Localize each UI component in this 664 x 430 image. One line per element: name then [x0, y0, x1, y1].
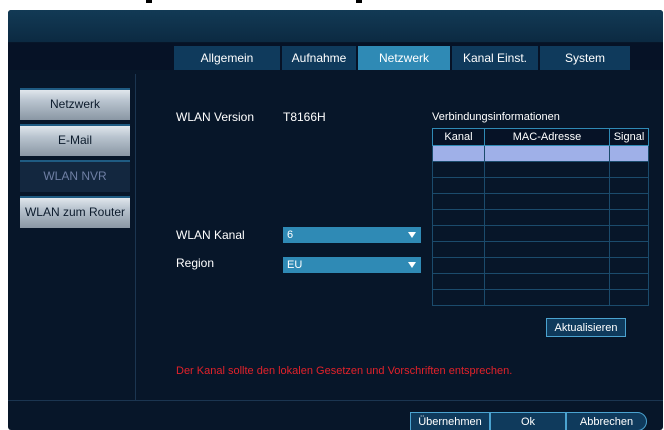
- wlan-channel-label: WLAN Kanal: [176, 228, 245, 242]
- connection-info-title: Verbindungsinformationen: [432, 111, 560, 123]
- table-row[interactable]: [432, 161, 649, 178]
- column-header-signal: Signal: [609, 128, 649, 146]
- warning-text: Der Kanal sollte den lokalen Gesetzen un…: [176, 365, 513, 377]
- sidebar-item-wlan-nvr[interactable]: WLAN NVR: [20, 160, 130, 192]
- sidebar-item-email[interactable]: E-Mail: [20, 124, 130, 156]
- table-row[interactable]: [432, 145, 649, 162]
- settings-window: Allgemein Aufnahme Netzwerk Kanal Einst.…: [8, 10, 663, 430]
- tab-system[interactable]: System: [540, 46, 630, 70]
- connection-table: Kanal MAC-Adresse Signal: [432, 128, 649, 306]
- refresh-button[interactable]: Aktualisieren: [546, 318, 626, 337]
- region-value: EU: [287, 259, 303, 271]
- tab-netzwerk[interactable]: Netzwerk: [358, 46, 450, 70]
- wlan-version-label: WLAN Version: [176, 110, 255, 124]
- ok-button[interactable]: Ok: [490, 412, 566, 430]
- table-row[interactable]: [432, 225, 649, 242]
- tab-aufnahme[interactable]: Aufnahme: [282, 46, 356, 70]
- chevron-down-icon: [408, 262, 416, 268]
- tab-kanal-einst[interactable]: Kanal Einst.: [452, 46, 538, 70]
- title-bracket-right: [356, 0, 362, 3]
- chevron-down-icon: [408, 232, 416, 238]
- wlan-channel-value: 6: [287, 229, 294, 241]
- sidebar-item-netzwerk[interactable]: Netzwerk: [20, 88, 130, 120]
- wlan-channel-select[interactable]: 6: [283, 227, 421, 243]
- region-label: Region: [176, 256, 215, 270]
- table-row[interactable]: [432, 177, 649, 194]
- table-row[interactable]: [432, 273, 649, 290]
- table-row[interactable]: [432, 193, 649, 210]
- wlan-version-value: T8166H: [283, 110, 326, 124]
- tab-allgemein[interactable]: Allgemein: [174, 46, 280, 70]
- title-bar: [8, 10, 663, 42]
- sidebar-item-wlan-router[interactable]: WLAN zum Router: [20, 196, 130, 228]
- apply-button[interactable]: Übernehmen: [410, 412, 490, 430]
- title-bracket-left: [146, 0, 152, 3]
- column-header-kanal: Kanal: [432, 128, 485, 146]
- column-header-mac: MAC-Adresse: [484, 128, 610, 146]
- table-row[interactable]: [432, 289, 649, 306]
- table-row[interactable]: [432, 209, 649, 226]
- cancel-button[interactable]: Abbrechen: [566, 412, 647, 430]
- footer-divider: [8, 400, 663, 401]
- table-row[interactable]: [432, 241, 649, 258]
- sidebar-divider: [135, 74, 136, 400]
- table-row[interactable]: [432, 257, 649, 274]
- region-select[interactable]: EU: [283, 257, 421, 273]
